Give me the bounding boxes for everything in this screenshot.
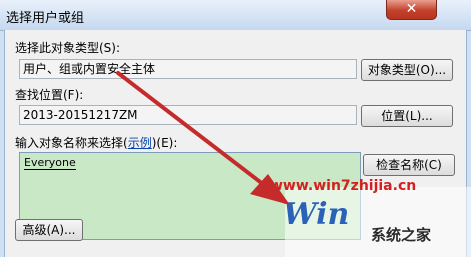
arrow-shaft [116, 71, 270, 190]
annotation-arrow [116, 71, 290, 205]
